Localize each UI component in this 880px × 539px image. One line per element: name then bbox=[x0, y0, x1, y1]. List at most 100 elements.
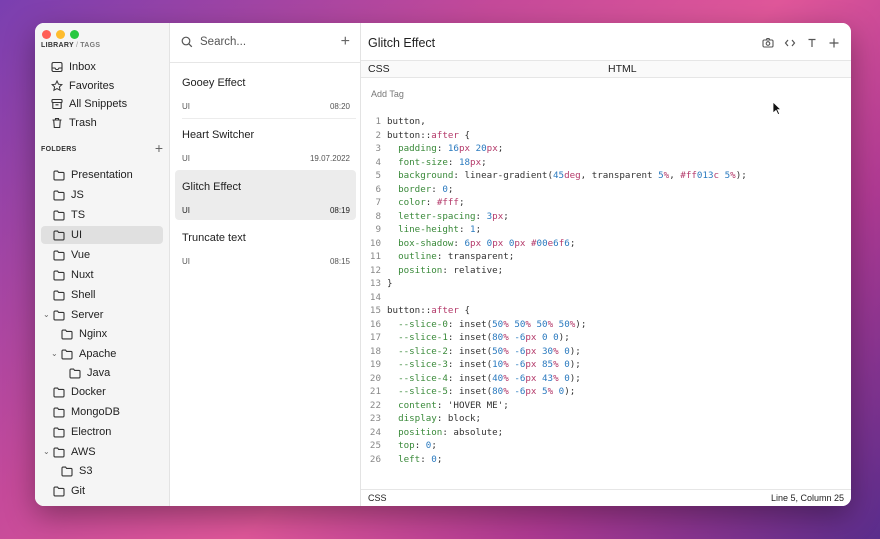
code-text: button::after { bbox=[387, 129, 471, 141]
snippet-item[interactable]: Heart Switcher UI 19.07.2022 bbox=[175, 118, 356, 168]
line-number: 18 bbox=[369, 345, 381, 357]
camera-icon[interactable] bbox=[762, 37, 774, 49]
folder-icon bbox=[53, 486, 65, 496]
chevron-down-icon[interactable]: ⌄ bbox=[43, 447, 50, 456]
folder-s3[interactable]: S3 bbox=[61, 462, 161, 480]
code-text: outline: transparent; bbox=[398, 251, 515, 262]
code-icon[interactable] bbox=[784, 37, 796, 49]
code-text: --slice-3: inset(10% -6px 85% 0); bbox=[398, 359, 581, 370]
language-selector[interactable]: CSS bbox=[368, 493, 387, 503]
code-line: 19 --slice-3: inset(10% -6px 85% 0); bbox=[369, 358, 747, 372]
library-tab[interactable]: LIBRARY bbox=[41, 42, 74, 49]
snippet-title[interactable]: Glitch Effect bbox=[368, 36, 435, 50]
line-number: 10 bbox=[369, 237, 381, 249]
line-number: 15 bbox=[369, 305, 381, 316]
folder-vue[interactable]: Vue bbox=[53, 246, 163, 264]
code-text: content: 'HOVER ME'; bbox=[398, 399, 509, 411]
inbox-icon bbox=[51, 61, 63, 72]
fragment-tabs: CSS HTML bbox=[361, 60, 851, 78]
folder-label: UI bbox=[71, 229, 82, 241]
snippet-item-active[interactable]: Glitch Effect UI 08:19 bbox=[175, 170, 356, 220]
add-tag-input[interactable]: Add Tag bbox=[371, 89, 404, 99]
code-line: 24 position: absolute; bbox=[369, 426, 747, 440]
snippet-item[interactable]: Truncate text UI 08:15 bbox=[175, 221, 356, 271]
window-controls bbox=[42, 30, 79, 39]
code-line: 17 --slice-1: inset(80% -6px 0 0); bbox=[369, 331, 747, 345]
folder-git[interactable]: Git bbox=[53, 482, 163, 500]
folder-server[interactable]: Server bbox=[53, 306, 163, 324]
folder-mongodb[interactable]: MongoDB bbox=[53, 403, 163, 421]
folder-nuxt[interactable]: Nuxt bbox=[53, 266, 163, 284]
folder-ui[interactable]: UI bbox=[41, 226, 163, 244]
folder-apache[interactable]: Apache bbox=[61, 345, 161, 363]
search-bar[interactable]: Search... bbox=[181, 36, 246, 48]
line-number: 22 bbox=[369, 399, 381, 411]
folder-shell[interactable]: Shell bbox=[53, 286, 163, 304]
folder-icon bbox=[61, 349, 73, 359]
folder-icon bbox=[53, 190, 65, 200]
folder-icon bbox=[53, 427, 65, 437]
folder-presentation[interactable]: Presentation bbox=[53, 166, 163, 184]
add-fragment-icon[interactable] bbox=[828, 37, 840, 49]
snippet-name: Truncate text bbox=[182, 232, 246, 244]
folder-aws[interactable]: AWS bbox=[53, 443, 163, 461]
folders-heading: FOLDERS bbox=[41, 146, 77, 153]
code-editor[interactable]: 1 button, 2 button::after {3 padding: 16px … bbox=[369, 115, 747, 466]
folder-js[interactable]: JS bbox=[53, 186, 163, 204]
tab-html[interactable]: HTML bbox=[606, 61, 851, 77]
text-format-icon[interactable] bbox=[806, 37, 818, 49]
star-icon bbox=[51, 79, 63, 91]
code-line: 20 --slice-4: inset(40% -6px 43% 0); bbox=[369, 372, 747, 386]
code-text: --slice-2: inset(50% -6px 30% 0); bbox=[398, 345, 581, 357]
zoom-button[interactable] bbox=[70, 30, 79, 39]
folder-electron[interactable]: Electron bbox=[53, 423, 163, 441]
snippet-item[interactable]: Gooey Effect UI 08:20 bbox=[175, 66, 356, 116]
folder-icon bbox=[53, 170, 65, 180]
folder-label: Java bbox=[87, 367, 111, 379]
folder-java[interactable]: Java bbox=[69, 364, 161, 382]
line-number: 3 bbox=[375, 143, 381, 154]
folder-icon bbox=[53, 387, 65, 397]
minimize-button[interactable] bbox=[56, 30, 65, 39]
folder-nginx[interactable]: Nginx bbox=[61, 325, 161, 343]
nav-trash[interactable]: Trash bbox=[51, 114, 161, 131]
folder-ts[interactable]: TS bbox=[53, 206, 163, 224]
line-number: 8 bbox=[375, 210, 381, 222]
folder-label: MongoDB bbox=[71, 406, 120, 418]
folder-label: Electron bbox=[71, 426, 112, 438]
line-number: 11 bbox=[369, 251, 381, 262]
tab-css[interactable]: CSS bbox=[361, 61, 606, 77]
code-line: 16 --slice-0: inset(50% 50% 50% 50%); bbox=[369, 318, 747, 332]
snippet-date: 08:15 bbox=[329, 257, 350, 266]
folder-icon bbox=[53, 230, 65, 240]
search-input[interactable]: Search... bbox=[200, 36, 246, 48]
add-folder-button[interactable]: + bbox=[155, 141, 163, 155]
folder-icon bbox=[69, 368, 81, 378]
line-number: 19 bbox=[369, 359, 381, 370]
status-bar: CSS Line 5, Column 25 bbox=[361, 489, 851, 506]
snippet-name: Glitch Effect bbox=[182, 181, 242, 193]
sidebar: LIBRARY / TAGS Inbox Favorites All Snippet… bbox=[35, 23, 170, 506]
line-number: 12 bbox=[369, 264, 381, 276]
line-number: 1 bbox=[375, 116, 381, 127]
chevron-down-icon[interactable]: ⌄ bbox=[43, 310, 50, 319]
search-icon bbox=[181, 36, 193, 48]
code-text: display: block; bbox=[398, 413, 482, 424]
code-text: --slice-5: inset(80% -6px 5% 0); bbox=[398, 386, 576, 397]
line-number: 17 bbox=[369, 332, 381, 343]
nav-label: Favorites bbox=[69, 79, 115, 92]
nav-inbox[interactable]: Inbox bbox=[51, 58, 161, 75]
close-button[interactable] bbox=[42, 30, 51, 39]
line-number: 7 bbox=[375, 197, 381, 208]
snippet-folder: UI bbox=[182, 257, 190, 266]
editor-pane: Glitch Effect CSS HTML Add Tag 1 button, 2… bbox=[361, 23, 851, 506]
folder-docker[interactable]: Docker bbox=[53, 383, 163, 401]
add-snippet-button[interactable]: + bbox=[341, 34, 350, 50]
folder-label: Presentation bbox=[71, 169, 133, 181]
nav-all-snippets[interactable]: All Snippets bbox=[51, 95, 161, 112]
tags-tab[interactable]: TAGS bbox=[80, 42, 100, 49]
code-line: 3 padding: 16px 20px; bbox=[369, 142, 747, 156]
nav-favorites[interactable]: Favorites bbox=[51, 77, 161, 94]
chevron-down-icon[interactable]: ⌄ bbox=[51, 349, 58, 358]
folder-label: Nginx bbox=[79, 328, 108, 340]
